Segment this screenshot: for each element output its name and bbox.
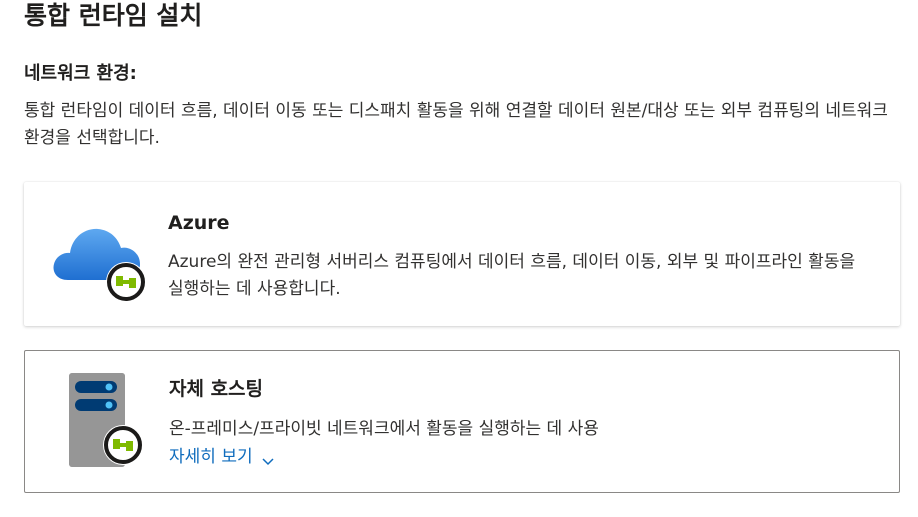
learn-more-label: 자세히 보기 bbox=[169, 447, 253, 467]
chevron-down-icon bbox=[261, 450, 275, 466]
azure-cloud-icon bbox=[52, 216, 148, 306]
network-environment-heading: 네트워크 환경: bbox=[24, 63, 137, 84]
self-hosted-option-card[interactable]: 자체 호스팅 온-프레미스/프라이빗 네트워크에서 활동을 실행하는 데 사용 … bbox=[24, 350, 900, 493]
self-hosted-option-title: 자체 호스팅 bbox=[169, 378, 264, 400]
page-description: 통합 런타임이 데이터 흐름, 데이터 이동 또는 디스패치 활동을 위해 연결… bbox=[24, 101, 888, 148]
integration-runtime-setup-page: 통합 런타임 설치 네트워크 환경: 통합 런타임이 데이터 흐름, 데이터 이… bbox=[0, 0, 918, 517]
learn-more-link[interactable]: 자세히 보기 bbox=[169, 444, 275, 470]
azure-option-title: Azure bbox=[168, 212, 230, 234]
server-icon bbox=[65, 371, 149, 471]
self-hosted-option-description: 온-프레미스/프라이빗 네트워크에서 활동을 실행하는 데 사용 bbox=[169, 419, 599, 439]
azure-option-card[interactable]: Azure Azure의 완전 관리형 서버리스 컴퓨팅에서 데이터 흐름, 데… bbox=[24, 182, 900, 326]
page-title: 통합 런타임 설치 bbox=[24, 1, 203, 30]
azure-option-description: Azure의 완전 관리형 서버리스 컴퓨팅에서 데이터 흐름, 데이터 이동,… bbox=[168, 252, 856, 299]
